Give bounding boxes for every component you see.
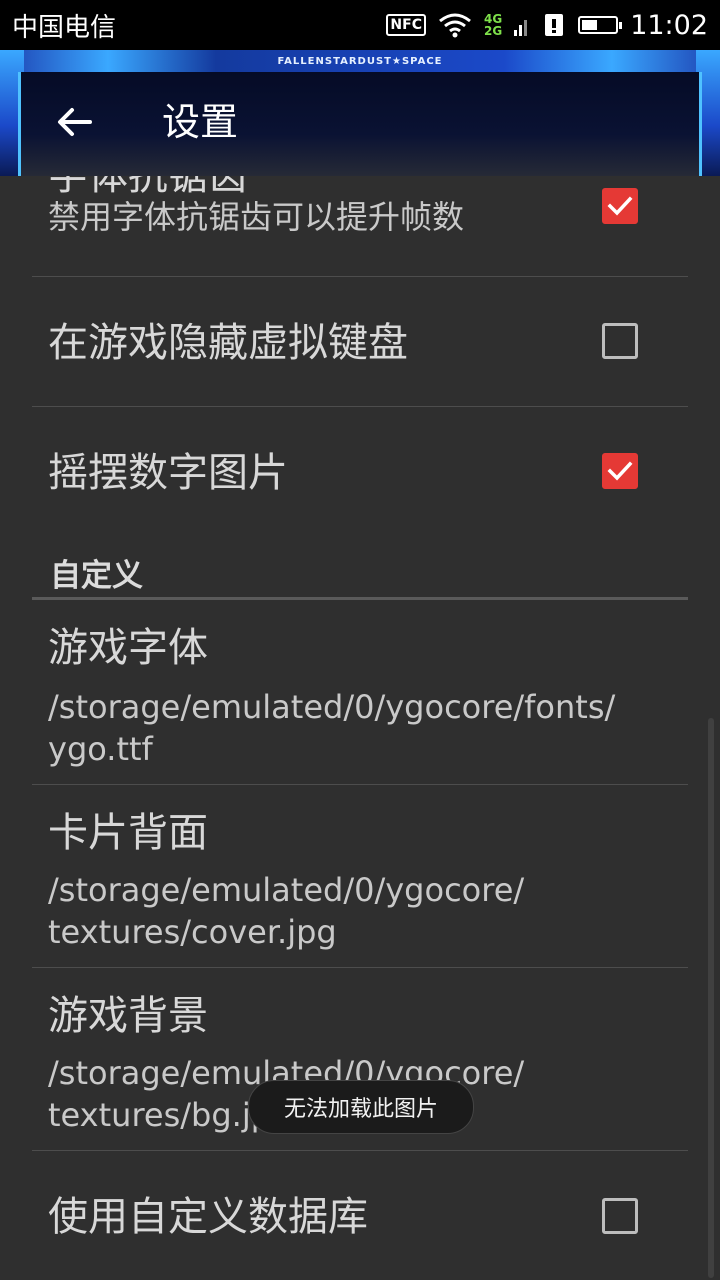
font-antialias-checkbox[interactable]: [602, 188, 638, 224]
setting-game-background-label: 游戏背景: [48, 993, 208, 1039]
page-title: 设置: [162, 100, 239, 144]
setting-hide-keyboard[interactable]: 在游戏隐藏虚拟键盘: [32, 277, 688, 406]
custom-database-checkbox[interactable]: [602, 1198, 638, 1234]
setting-game-font-label: 游戏字体: [48, 625, 208, 671]
arrow-left-icon: [58, 108, 92, 136]
setting-card-back-label: 卡片背面: [48, 810, 208, 856]
status-bar: 中国电信 NFC 4G 2G 11:02: [0, 0, 720, 50]
carrier-label: 中国电信: [12, 12, 117, 43]
battery-icon: [578, 16, 623, 34]
sim-alert-icon: [542, 12, 566, 38]
signal-icon: [514, 12, 530, 38]
wobble-digits-checkbox[interactable]: [602, 453, 638, 489]
setting-custom-database[interactable]: 使用自定义数据库: [32, 1151, 688, 1280]
setting-font-antialias-summary: 禁用字体抗锯齿可以提升帧数: [48, 198, 465, 236]
app-bar-inner: [18, 72, 702, 176]
setting-hide-keyboard-label: 在游戏隐藏虚拟键盘: [48, 320, 408, 366]
brand-banner: FALLENSTARDUST★SPACE: [277, 56, 443, 67]
section-title-custom: 自定义: [50, 558, 143, 594]
scrollbar[interactable]: [708, 718, 714, 1278]
nfc-icon: NFC: [386, 14, 426, 36]
checkmark-icon: [607, 196, 633, 216]
setting-card-back-path-line1: /storage/emulated/0/ygocore/: [48, 871, 525, 909]
hide-keyboard-checkbox[interactable]: [602, 323, 638, 359]
setting-card-back[interactable]: 卡片背面 /storage/emulated/0/ygocore/ textur…: [32, 785, 688, 967]
network-type-indicator: 4G 2G: [484, 13, 502, 37]
setting-wobble-digits-label: 摇摆数字图片: [48, 450, 288, 496]
setting-custom-database-label: 使用自定义数据库: [48, 1194, 368, 1240]
back-button[interactable]: [50, 98, 98, 146]
setting-wobble-digits[interactable]: 摇摆数字图片: [32, 407, 688, 537]
setting-card-back-path-line2: textures/cover.jpg: [48, 913, 337, 951]
wifi-icon: [438, 12, 472, 38]
clock: 11:02: [630, 9, 708, 41]
network-2g-label: 2G: [483, 24, 503, 38]
checkmark-icon: [607, 461, 633, 481]
status-icons: NFC 4G 2G 11:02: [386, 10, 708, 41]
setting-game-font-path-line2: ygo.ttf: [48, 730, 153, 768]
setting-font-antialias[interactable]: 字体抗锯齿 禁用字体抗锯齿可以提升帧数: [32, 176, 688, 276]
setting-game-font-path-line1: /storage/emulated/0/ygocore/fonts/: [48, 688, 616, 726]
battery-level-fill: [582, 20, 597, 30]
setting-game-font[interactable]: 游戏字体 /storage/emulated/0/ygocore/fonts/ …: [32, 600, 688, 784]
app-bar: FALLENSTARDUST★SPACE 设置: [0, 50, 720, 176]
toast-message: 无法加载此图片: [248, 1080, 474, 1134]
